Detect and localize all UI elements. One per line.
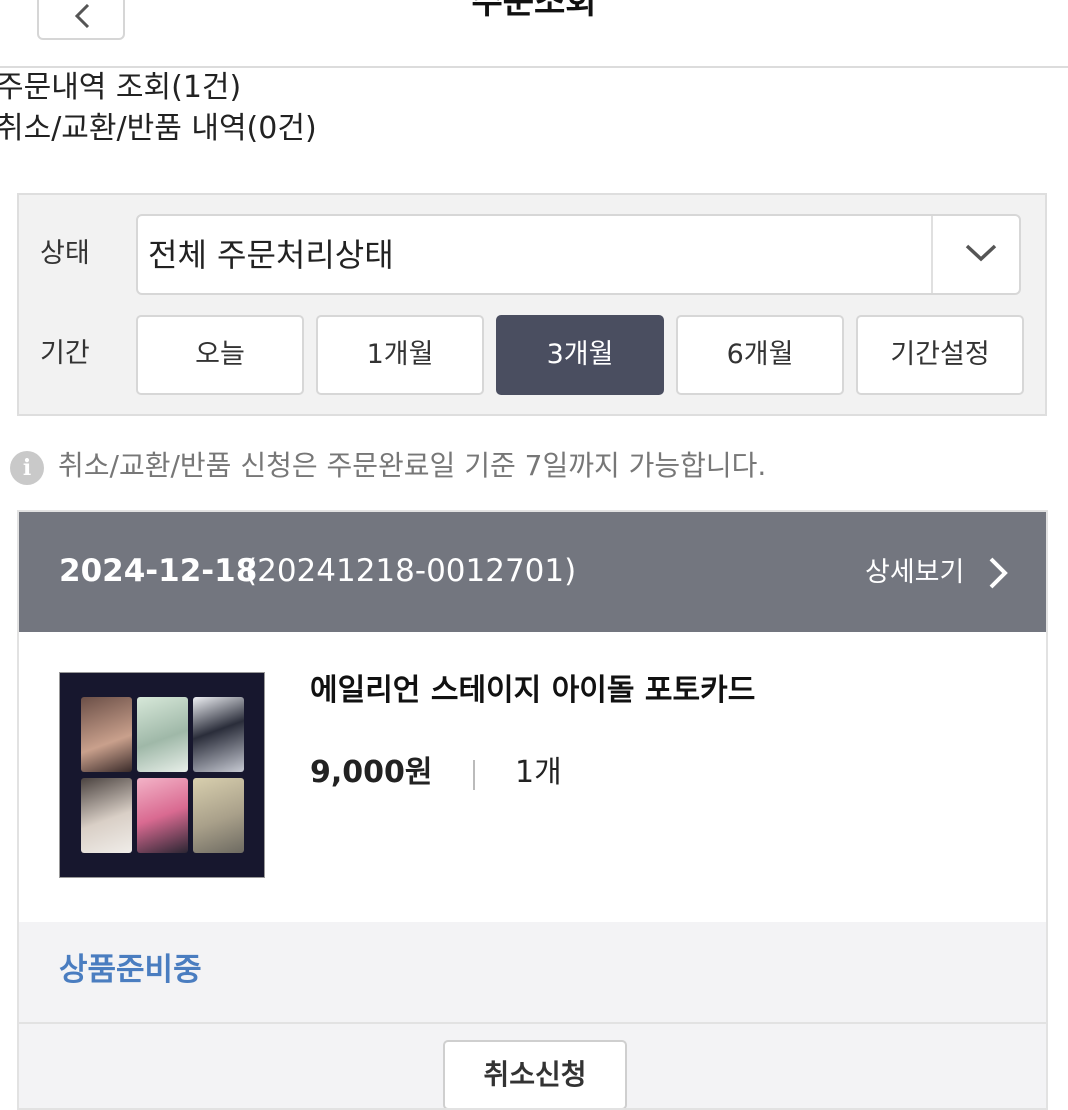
tab-cancel-exchange-return[interactable]: 취소/교환/반품 내역(0건) xyxy=(0,111,317,147)
tab-order-history[interactable]: 주문내역 조회(1건) xyxy=(0,70,241,106)
period-1month-button[interactable]: 1개월 xyxy=(316,315,484,395)
period-label: 기간 xyxy=(40,338,90,369)
product-thumbnail[interactable] xyxy=(59,672,265,878)
order-header: 2024-12-18 (20241218-0012701) 상세보기 xyxy=(19,512,1046,632)
order-status: 상품준비중 xyxy=(59,952,202,988)
status-select[interactable]: 전체 주문처리상태 xyxy=(136,214,1021,295)
photocard-image xyxy=(193,778,244,853)
order-status-row: 상품준비중 xyxy=(19,922,1046,1022)
cancel-request-button[interactable]: 취소신청 xyxy=(443,1040,627,1108)
photocard-image xyxy=(193,697,244,772)
period-today-button[interactable]: 오늘 xyxy=(136,315,304,395)
period-custom-button[interactable]: 기간설정 xyxy=(856,315,1024,395)
select-divider xyxy=(931,216,933,293)
chevron-down-icon xyxy=(965,244,997,262)
photocard-image xyxy=(81,697,132,772)
price-qty-divider xyxy=(473,760,475,790)
product-quantity: 1개 xyxy=(515,755,562,790)
order-card: 2024-12-18 (20241218-0012701) 상세보기 에일리언 … xyxy=(17,510,1048,1110)
status-label: 상태 xyxy=(40,238,90,269)
header-divider xyxy=(0,66,1068,68)
order-date: 2024-12-18 xyxy=(59,553,258,589)
photocard-image xyxy=(137,697,188,772)
detail-link[interactable]: 상세보기 xyxy=(865,556,964,590)
status-select-value: 전체 주문처리상태 xyxy=(148,236,394,274)
period-3month-button[interactable]: 3개월 xyxy=(496,315,664,395)
order-actions: 취소신청 xyxy=(19,1024,1046,1108)
photocard-image xyxy=(81,778,132,853)
info-icon: i xyxy=(10,451,44,485)
product-name[interactable]: 에일리언 스테이지 아이돌 포토카드 xyxy=(310,672,755,710)
product-price: 9,000원 xyxy=(310,755,433,790)
chevron-right-icon[interactable] xyxy=(985,556,1011,590)
photocard-image xyxy=(137,778,188,853)
order-number: (20241218-0012701) xyxy=(245,553,577,589)
page-title: 주문조회 xyxy=(471,0,597,22)
period-6month-button[interactable]: 6개월 xyxy=(676,315,844,395)
notice-text: 취소/교환/반품 신청은 주문완료일 기준 7일까지 가능합니다. xyxy=(58,449,767,482)
